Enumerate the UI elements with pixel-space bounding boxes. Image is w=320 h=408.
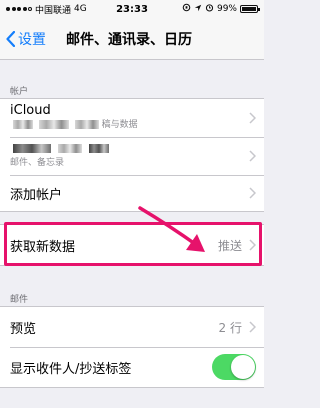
redacted-text — [89, 144, 110, 153]
add-account-label: 添加帐户 — [10, 187, 63, 203]
preview-label: 预览 — [10, 321, 37, 337]
navigation-bar: 设置 邮件、通讯录、日历 — [0, 18, 264, 60]
toggle-knob — [231, 355, 255, 379]
chevron-right-icon — [249, 321, 256, 333]
redacted-text — [13, 120, 33, 129]
account-item-icloud[interactable]: iCloud 稿与数据 — [0, 99, 264, 137]
page-title: 邮件、通讯录、日历 — [66, 31, 192, 48]
back-label: 设置 — [18, 31, 46, 48]
status-right: 99% — [166, 3, 260, 15]
add-account-row[interactable]: 添加帐户 — [0, 175, 264, 211]
redacted-text — [58, 144, 83, 153]
show-to-cc-toggle[interactable] — [212, 354, 256, 380]
mail-section-header: 邮件 — [10, 295, 29, 305]
show-to-cc-row: 显示收件人/抄送标签 — [0, 347, 264, 387]
alarm-icon — [205, 3, 214, 15]
redacted-text — [38, 120, 69, 129]
accounts-section-header: 帐户 — [10, 87, 29, 97]
chevron-right-icon — [249, 112, 256, 124]
signal-icon — [6, 7, 32, 11]
status-left: 中国联通 4G — [6, 3, 98, 16]
account-title: iCloud — [10, 103, 51, 118]
chevron-right-icon — [249, 187, 256, 199]
network-label: 4G — [74, 4, 87, 14]
mail-group: 预览 2 行 显示收件人/抄送标签 — [0, 306, 264, 388]
show-to-cc-label: 显示收件人/抄送标签 — [10, 361, 132, 377]
clock: 23:33 — [116, 3, 148, 15]
redacted-text — [13, 144, 51, 153]
battery-icon — [240, 5, 260, 13]
preview-row[interactable]: 预览 2 行 — [0, 307, 264, 347]
status-bar: 中国联通 4G 23:33 99% — [0, 0, 264, 18]
battery-percent: 99% — [216, 4, 237, 14]
back-button[interactable]: 设置 — [0, 29, 58, 49]
account-item-mail[interactable]: 邮件、备忘录 — [0, 137, 264, 175]
lock-rotation-icon — [182, 3, 191, 15]
location-icon — [194, 4, 202, 15]
chevron-left-icon — [6, 30, 15, 47]
chevron-right-icon — [249, 150, 256, 162]
redacted-text — [74, 120, 99, 129]
account-subtitle: 稿与数据 — [101, 120, 138, 130]
accounts-group: iCloud 稿与数据 邮件、备忘录 添加帐户 — [0, 98, 264, 212]
account-subtitle: 邮件、备忘录 — [10, 158, 65, 168]
highlight-box — [4, 222, 262, 266]
carrier-label: 中国联通 — [35, 5, 72, 16]
preview-value: 2 行 — [218, 320, 242, 335]
